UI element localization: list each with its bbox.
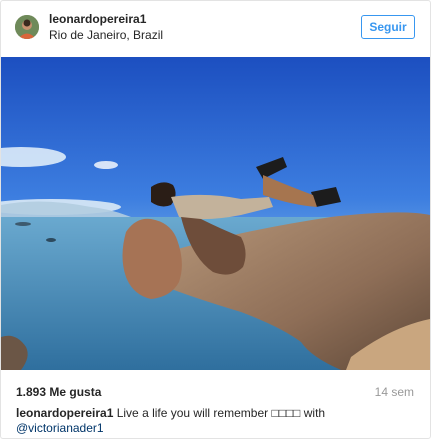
post-caption: leonardopereira1 Live a life you will re… xyxy=(16,406,414,436)
post-timestamp[interactable]: 14 sem xyxy=(375,385,414,399)
post-username[interactable]: leonardopereira1 xyxy=(49,12,146,26)
follow-button[interactable]: Seguir xyxy=(361,15,415,39)
caption-text: Live a life you will remember □□□□ with xyxy=(116,406,326,420)
caption-username[interactable]: leonardopereira1 xyxy=(16,406,113,420)
caption-mention[interactable]: @victorianader1 xyxy=(16,421,104,435)
post-card: leonardopereira1 Rio de Janeiro, Brazil … xyxy=(0,0,431,439)
photo-image xyxy=(1,57,430,370)
post-photo[interactable] xyxy=(1,57,430,370)
avatar-image xyxy=(15,15,39,39)
likes-count[interactable]: 1.893 Me gusta xyxy=(16,385,101,399)
post-location[interactable]: Rio de Janeiro, Brazil xyxy=(49,28,163,42)
avatar[interactable] xyxy=(15,15,39,39)
post-header: leonardopereira1 Rio de Janeiro, Brazil … xyxy=(1,1,430,57)
